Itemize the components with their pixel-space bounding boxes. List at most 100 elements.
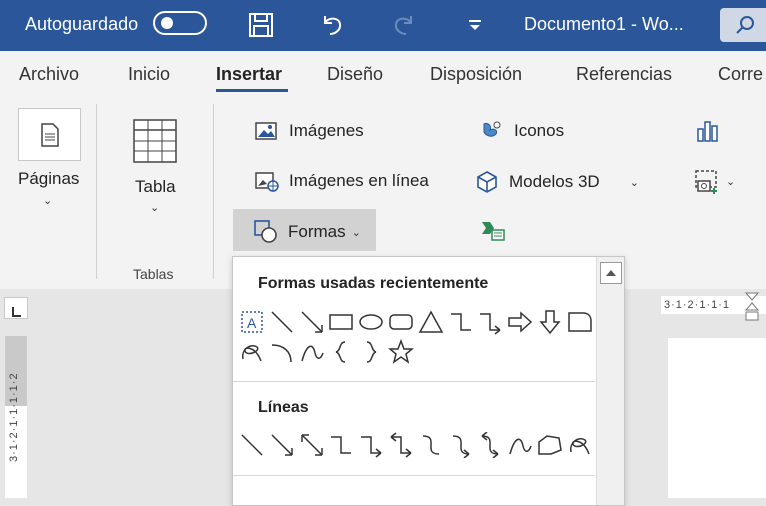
group-divider [213,104,214,279]
autosave-toggle[interactable] [153,11,207,35]
undo-icon[interactable] [317,10,347,40]
iconos-button[interactable]: Iconos [480,120,564,142]
imagenes-button[interactable]: Imágenes [255,120,364,142]
shape-arrow[interactable] [269,432,295,458]
arc-icon [271,344,292,363]
screenshot-chevron-down-icon[interactable]: ⌄ [726,175,735,188]
customize-quick-access-icon[interactable] [460,10,490,40]
tab-disposicion[interactable]: Disposición [430,64,522,85]
freeform-icon [538,435,562,455]
shape-arrow[interactable] [299,309,325,335]
shape-curve[interactable] [299,339,325,365]
indent-marker-icon[interactable] [744,291,760,325]
modelos-3d-label: Modelos 3D [509,172,600,191]
save-icon[interactable] [246,10,276,40]
tablas-group-label: Tablas [133,266,174,282]
shape-rectangle[interactable] [328,309,354,335]
shape-elbow-double-arrow[interactable] [388,432,414,458]
document-title: Documento1 - Wo... [524,14,684,34]
shape-curved-connector[interactable] [418,432,444,458]
redo-icon [389,10,419,40]
scribble-icon [569,438,590,455]
shape-freeform[interactable] [537,432,563,458]
shape-scribble[interactable] [567,432,593,458]
elbow-double-arrow-icon [390,432,412,458]
shape-arc[interactable] [269,339,295,365]
shape-curve[interactable] [507,432,533,458]
lines-heading: Líneas [258,399,309,416]
modelos-3d-chevron-down-icon[interactable]: ⌄ [630,176,639,189]
shape-elbow-arrow-connector[interactable] [477,309,503,335]
formas-button[interactable]: Formas ⌄ [233,209,376,251]
shape-curved-arrow-connector[interactable] [448,432,474,458]
tab-archivo[interactable]: Archivo [19,64,79,85]
search-box[interactable] [720,8,766,42]
vertical-ruler[interactable]: 3·1·2·1·1·1·1·2 [5,336,27,498]
curve-icon [300,345,324,362]
table-icon[interactable] [133,119,177,163]
autosave-label: Autoguardado [25,14,139,34]
tab-insertar[interactable]: Insertar [216,64,282,85]
shape-elbow-connector[interactable] [328,432,354,458]
line-icon [271,311,293,333]
tab-inicio[interactable]: Inicio [128,64,170,85]
scroll-up-button[interactable] [600,262,622,284]
oval-icon [359,314,383,330]
text-box-icon: A [241,311,263,333]
tab-correspondencia[interactable]: Corre [718,64,763,85]
left-brace-icon [336,341,346,363]
shape-line[interactable] [269,309,295,335]
shape-star[interactable] [388,339,414,365]
paginas-chevron-down-icon[interactable]: ⌄ [43,194,52,207]
right-brace-icon [367,341,377,363]
shape-triangle[interactable] [418,309,444,335]
right-arrow-icon [508,311,533,333]
imagenes-en-linea-label: Imágenes en línea [289,171,429,190]
snip-corner-icon [568,312,592,332]
shape-text-box[interactable]: A [239,309,265,335]
star-icon [388,339,414,364]
paginas-button[interactable]: Páginas [18,169,79,189]
shape-snip-corner[interactable] [567,309,593,335]
ribbon-tabs: Archivo Inicio Insertar Diseño Disposici… [0,51,766,99]
elbow-arrow-connector-icon [361,436,382,458]
shape-left-brace[interactable] [328,339,354,365]
shape-freeform-scribble[interactable] [239,339,265,365]
shape-right-arrow[interactable] [507,309,533,335]
tab-diseno[interactable]: Diseño [327,64,383,85]
gallery-scrollbar[interactable] [596,257,624,505]
shape-line[interactable] [239,432,265,458]
icons-icon [480,120,504,142]
imagenes-en-linea-button[interactable]: Imágenes en línea [255,170,429,192]
tabla-chevron-down-icon[interactable]: ⌄ [150,201,159,214]
triangle-icon [418,310,444,333]
elbow-connector-icon [331,436,352,454]
curved-arrow-connector-icon [452,435,470,458]
paginas-icon[interactable] [18,108,81,161]
shape-double-arrow[interactable] [299,432,325,458]
shape-curved-double-arrow[interactable] [477,432,503,458]
modelos-3d-button[interactable]: Modelos 3D ⌄ [475,170,639,194]
curved-double-arrow-icon [481,432,499,458]
active-tab-indicator [216,89,288,92]
shape-elbow-connector[interactable] [448,309,474,335]
screenshot-icon[interactable] [694,169,720,195]
smartart-icon[interactable] [480,220,506,242]
shape-down-arrow[interactable] [537,309,563,335]
formas-chevron-down-icon: ⌄ [351,226,361,239]
chart-icon[interactable] [695,119,719,143]
iconos-label: Iconos [514,121,565,140]
tab-referencias[interactable]: Referencias [576,64,672,85]
double-arrow-icon [300,434,323,456]
section-divider [233,475,595,476]
tab-stop-selector[interactable] [4,297,28,319]
shape-right-brace[interactable] [358,339,384,365]
shape-oval[interactable] [358,309,384,335]
document-page[interactable] [668,338,766,498]
shape-rounded-rectangle[interactable] [388,309,414,335]
shape-elbow-arrow-connector[interactable] [358,432,384,458]
down-arrow-icon [539,310,561,335]
tabla-button[interactable]: Tabla [135,177,176,197]
group-divider [96,104,97,279]
curve-icon [509,438,532,455]
